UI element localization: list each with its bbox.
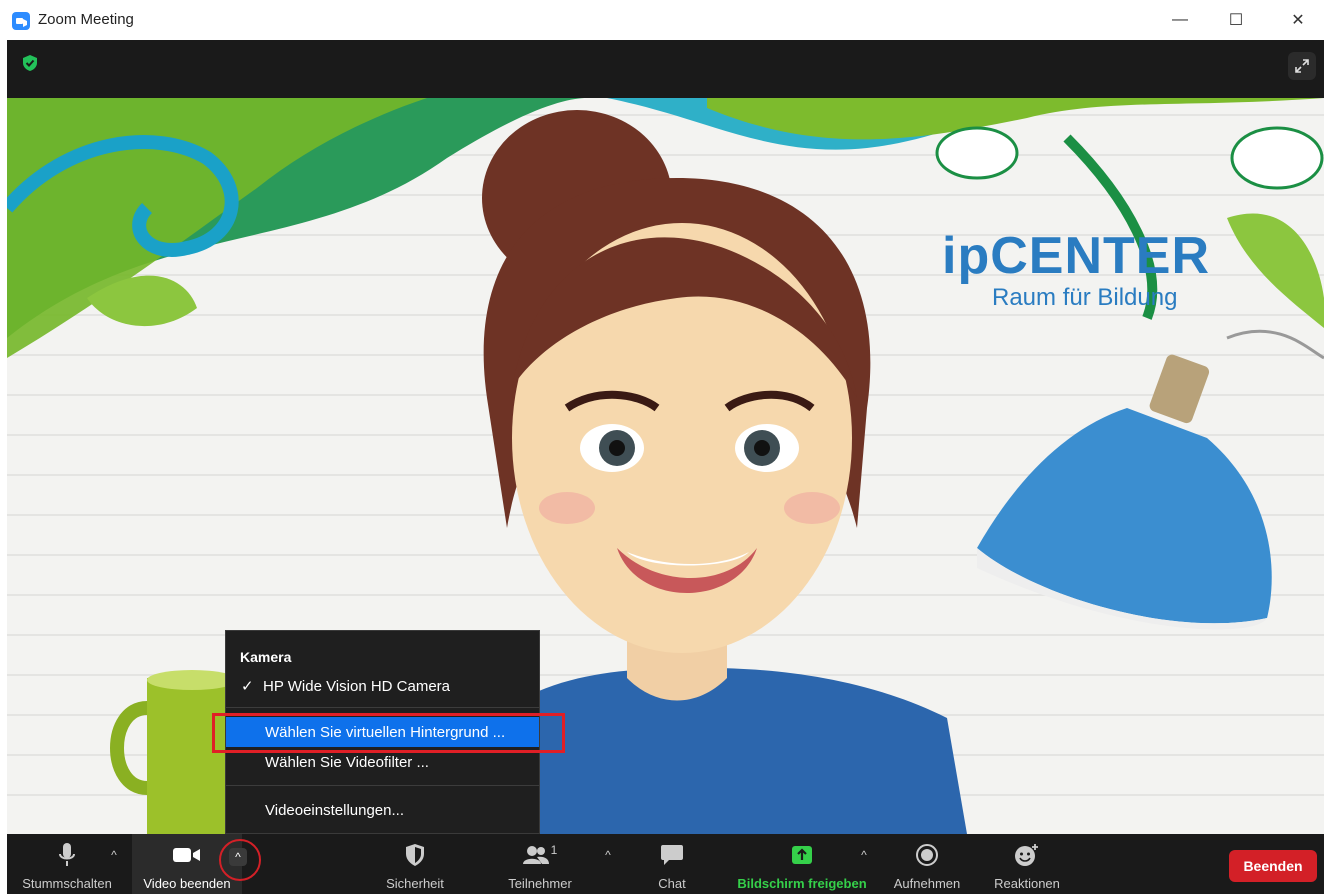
- participants-count: 1: [550, 843, 558, 857]
- caret-up-icon[interactable]: ^: [105, 846, 123, 864]
- security-label: Sicherheit: [386, 876, 444, 891]
- participants-label: Teilnehmer: [508, 876, 572, 891]
- record-label: Aufnehmen: [893, 876, 961, 891]
- record-icon: [912, 842, 942, 868]
- checkmark-icon: ✓: [241, 678, 254, 695]
- chat-bubble-icon: [657, 842, 687, 868]
- reactions-label: Reaktionen: [994, 876, 1060, 891]
- title-bar: Zoom Meeting — ☐ ✕: [0, 0, 1331, 40]
- mute-label: Stummschalten: [22, 876, 112, 891]
- menu-divider: [226, 707, 539, 708]
- window-title: Zoom Meeting: [38, 11, 134, 28]
- end-meeting-button[interactable]: Beenden: [1229, 850, 1317, 882]
- microphone-icon: [52, 842, 82, 868]
- zoom-window: Zoom Meeting — ☐ ✕ ipCENTER Raum für Bil…: [0, 0, 1331, 894]
- share-screen-icon: [787, 842, 817, 868]
- video-camera-icon: [172, 842, 202, 868]
- video-label: Video beenden: [143, 876, 231, 891]
- annotation-circle-marker: [219, 839, 261, 881]
- share-label: Bildschirm freigeben: [737, 876, 867, 891]
- close-button[interactable]: ✕: [1278, 8, 1318, 32]
- annotation-highlight-box: [212, 713, 565, 753]
- expand-icon[interactable]: [1288, 52, 1316, 80]
- logo-suffix: CENTER: [990, 227, 1211, 285]
- chat-button[interactable]: Chat: [647, 834, 697, 894]
- participants-icon: 1: [518, 842, 562, 868]
- reactions-icon: [1012, 842, 1042, 868]
- lamp-illustration: [977, 329, 1324, 630]
- security-button[interactable]: Sicherheit: [370, 834, 460, 894]
- menu-item-video-settings[interactable]: Videoeinstellungen...: [226, 795, 539, 825]
- maximize-button[interactable]: ☐: [1216, 8, 1256, 32]
- security-shield-icon: [400, 842, 430, 868]
- caret-up-icon[interactable]: ^: [855, 846, 873, 864]
- logo-tagline: Raum für Bildung: [992, 284, 1178, 311]
- menu-divider: [226, 785, 539, 786]
- record-button[interactable]: Aufnehmen: [882, 834, 972, 894]
- chat-label: Chat: [658, 876, 686, 891]
- camera-option-label: HP Wide Vision HD Camera: [263, 677, 451, 695]
- shield-check-icon[interactable]: [21, 54, 39, 72]
- reactions-button[interactable]: Reaktionen: [982, 834, 1072, 894]
- participants-button[interactable]: 1 Teilnehmer: [485, 834, 595, 894]
- video-view: ipCENTER Raum für Bildung: [7, 98, 1324, 834]
- meeting-top-bar: [7, 40, 1324, 98]
- share-screen-button[interactable]: Bildschirm freigeben: [729, 834, 875, 894]
- meeting-toolbar: Stummschalten ^ Video beenden ^ Sicherhe…: [7, 834, 1324, 894]
- camera-option-hp[interactable]: ✓ HP Wide Vision HD Camera: [226, 671, 539, 701]
- minimize-button[interactable]: —: [1160, 8, 1200, 32]
- zoom-app-icon: [12, 12, 30, 30]
- caret-up-icon[interactable]: ^: [599, 846, 617, 864]
- menu-section-camera: Kamera: [240, 649, 292, 665]
- mute-button[interactable]: Stummschalten: [7, 834, 127, 894]
- expand-arrows-icon: [1295, 59, 1309, 73]
